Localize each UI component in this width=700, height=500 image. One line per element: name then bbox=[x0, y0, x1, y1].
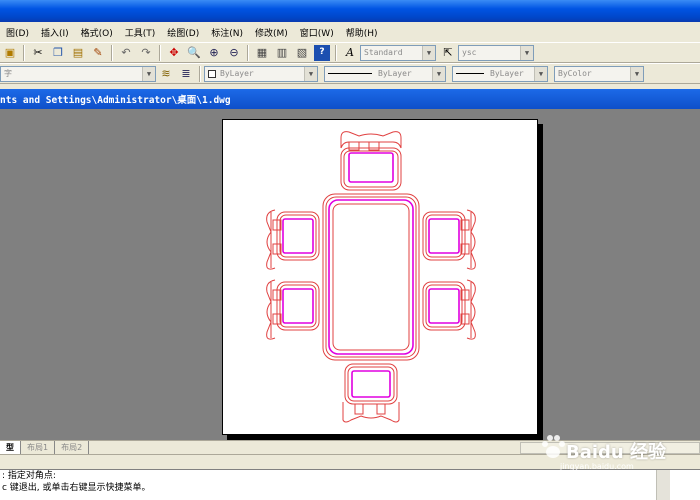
cut-icon[interactable]: ✂ bbox=[30, 45, 46, 61]
chair-right-upper bbox=[422, 209, 476, 270]
command-scrollbar[interactable] bbox=[656, 470, 670, 500]
color-swatch bbox=[208, 69, 216, 78]
menu-format[interactable]: 格式(O) bbox=[75, 26, 119, 39]
table-shape bbox=[322, 193, 420, 361]
chevron-down-icon: ▼ bbox=[432, 66, 445, 81]
menu-insert[interactable]: 插入(I) bbox=[35, 26, 75, 39]
color-value: ByLayer bbox=[220, 69, 254, 78]
paper-sheet bbox=[222, 119, 538, 435]
chevron-down-icon: ▼ bbox=[630, 66, 643, 81]
chair-left-upper bbox=[266, 209, 320, 270]
command-history-line-1: : 指定对角点: bbox=[2, 471, 56, 481]
chevron-down-icon: ▼ bbox=[142, 66, 155, 81]
menu-modify[interactable]: 修改(M) bbox=[249, 26, 294, 39]
layer-select[interactable]: 字 ▼ bbox=[0, 65, 156, 82]
toolbar-separator bbox=[23, 44, 25, 61]
redo-icon[interactable]: ↷ bbox=[138, 45, 154, 61]
design-center-icon[interactable]: ▥ bbox=[274, 45, 290, 61]
command-splitter bbox=[0, 454, 700, 469]
zoom-window-icon[interactable]: ⊕ bbox=[206, 45, 222, 61]
properties-icon[interactable]: ▦ bbox=[254, 45, 270, 61]
chevron-down-icon: ▼ bbox=[422, 45, 435, 60]
menu-view[interactable]: 图(D) bbox=[0, 26, 35, 39]
dim-style-select[interactable]: ysc ▼ bbox=[458, 44, 534, 61]
chair-bottom bbox=[342, 363, 400, 423]
chair-right-lower bbox=[422, 279, 476, 340]
zoom-previous-icon[interactable]: ⊖ bbox=[226, 45, 242, 61]
text-style-value: Standard bbox=[364, 48, 403, 57]
toolbar-separator bbox=[111, 44, 113, 61]
lineweight-select[interactable]: ByLayer ▼ bbox=[452, 65, 548, 82]
toolbar-separator bbox=[199, 65, 201, 82]
toolbar-separator bbox=[335, 44, 337, 61]
menu-draw[interactable]: 绘图(D) bbox=[161, 26, 205, 39]
zoom-realtime-icon[interactable]: 🔍 bbox=[186, 45, 202, 61]
menu-tools[interactable]: 工具(T) bbox=[119, 26, 162, 39]
toolbar-separator bbox=[247, 44, 249, 61]
menu-bar: 图(D) 插入(I) 格式(O) 工具(T) 绘图(D) 标注(N) 修改(M)… bbox=[0, 22, 700, 42]
tab-layout1[interactable]: 布局1 bbox=[21, 441, 56, 454]
linetype-select[interactable]: ByLayer ▼ bbox=[324, 65, 446, 82]
command-history-line-2: c 键退出, 或单击右键显示快捷菜单。 bbox=[2, 483, 151, 493]
linetype-value: ByLayer bbox=[378, 69, 412, 78]
text-style-icon: A bbox=[346, 46, 354, 59]
chair-top bbox=[340, 131, 402, 191]
layer-states-icon[interactable]: ≣ bbox=[178, 66, 194, 82]
dim-style-value: ysc bbox=[462, 48, 477, 57]
horizontal-scrollbar[interactable] bbox=[520, 442, 700, 454]
help-icon[interactable]: ? bbox=[314, 44, 330, 61]
menu-dimension[interactable]: 标注(N) bbox=[205, 26, 249, 39]
tab-model[interactable]: 型 bbox=[0, 441, 21, 454]
menu-help[interactable]: 帮助(H) bbox=[340, 26, 384, 39]
lineweight-swatch bbox=[456, 73, 484, 74]
chair-left-lower bbox=[266, 279, 320, 340]
undo-icon[interactable]: ↶ bbox=[118, 45, 134, 61]
chevron-down-icon: ▼ bbox=[304, 66, 317, 81]
plotstyle-value: ByColor bbox=[558, 69, 592, 78]
color-select[interactable]: ByLayer ▼ bbox=[204, 65, 318, 82]
drawing-canvas[interactable] bbox=[0, 109, 700, 440]
tab-layout2[interactable]: 布局2 bbox=[55, 441, 90, 454]
plotstyle-select[interactable]: ByColor ▼ bbox=[554, 65, 644, 82]
paste-icon[interactable]: ▤ bbox=[70, 45, 86, 61]
toolbar-separator bbox=[159, 44, 161, 61]
copy-icon[interactable]: ❐ bbox=[50, 45, 66, 61]
command-window[interactable]: : 指定对角点: c 键退出, 或单击右键显示快捷菜单。 bbox=[0, 469, 700, 500]
layer-value: 字 bbox=[4, 69, 12, 78]
menu-window[interactable]: 窗口(W) bbox=[294, 26, 340, 39]
lineweight-value: ByLayer bbox=[490, 69, 524, 78]
dim-style-icon: ⇱ bbox=[443, 46, 453, 59]
layer-previous-icon[interactable]: ≋ bbox=[158, 66, 174, 82]
layout-tab-bar: 型 布局1 布局2 bbox=[0, 440, 700, 454]
chevron-down-icon: ▼ bbox=[534, 66, 547, 81]
linetype-swatch bbox=[328, 73, 372, 74]
standard-toolbar: ▣ ✂ ❐ ▤ ✎ ↶ ↷ ✥ 🔍 ⊕ ⊖ ▦ ▥ ▧ ? A Standard… bbox=[0, 42, 700, 63]
dining-table-drawing bbox=[266, 131, 476, 423]
drawing-window-titlebar: nts and Settings\Administrator\桌面\1.dwg bbox=[0, 89, 700, 109]
chevron-down-icon: ▼ bbox=[520, 45, 533, 60]
pan-icon[interactable]: ✥ bbox=[166, 45, 182, 61]
match-properties-icon[interactable]: ✎ bbox=[90, 45, 106, 61]
window-titlebar bbox=[0, 0, 700, 22]
tool-palettes-icon[interactable]: ▧ bbox=[294, 45, 310, 61]
text-style-select[interactable]: Standard ▼ bbox=[360, 44, 436, 61]
plot-icon[interactable]: ▣ bbox=[2, 45, 18, 61]
layers-properties-toolbar: 字 ▼ ≋ ≣ ByLayer ▼ ByLayer ▼ ByLayer ▼ By… bbox=[0, 63, 700, 84]
drawing-path: nts and Settings\Administrator\桌面\1.dwg bbox=[0, 95, 231, 106]
